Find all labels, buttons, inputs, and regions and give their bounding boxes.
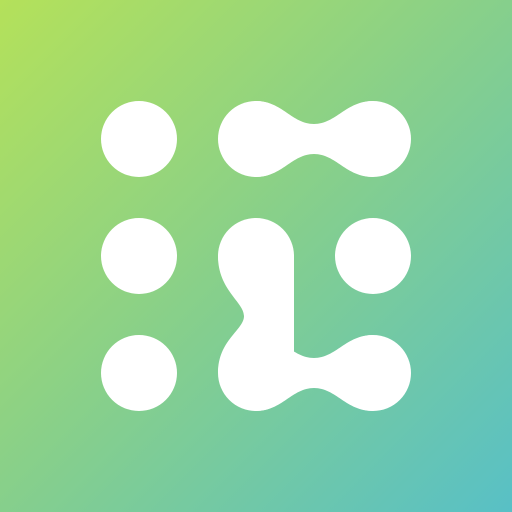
app-icon (0, 0, 512, 512)
dot-middle-right (335, 218, 411, 294)
dot-middle-left (101, 218, 177, 294)
logo-glyph (101, 101, 411, 411)
dot-grid-logo-icon (0, 0, 512, 512)
dot-bottom-left (101, 335, 177, 411)
dot-top-left (101, 101, 177, 177)
